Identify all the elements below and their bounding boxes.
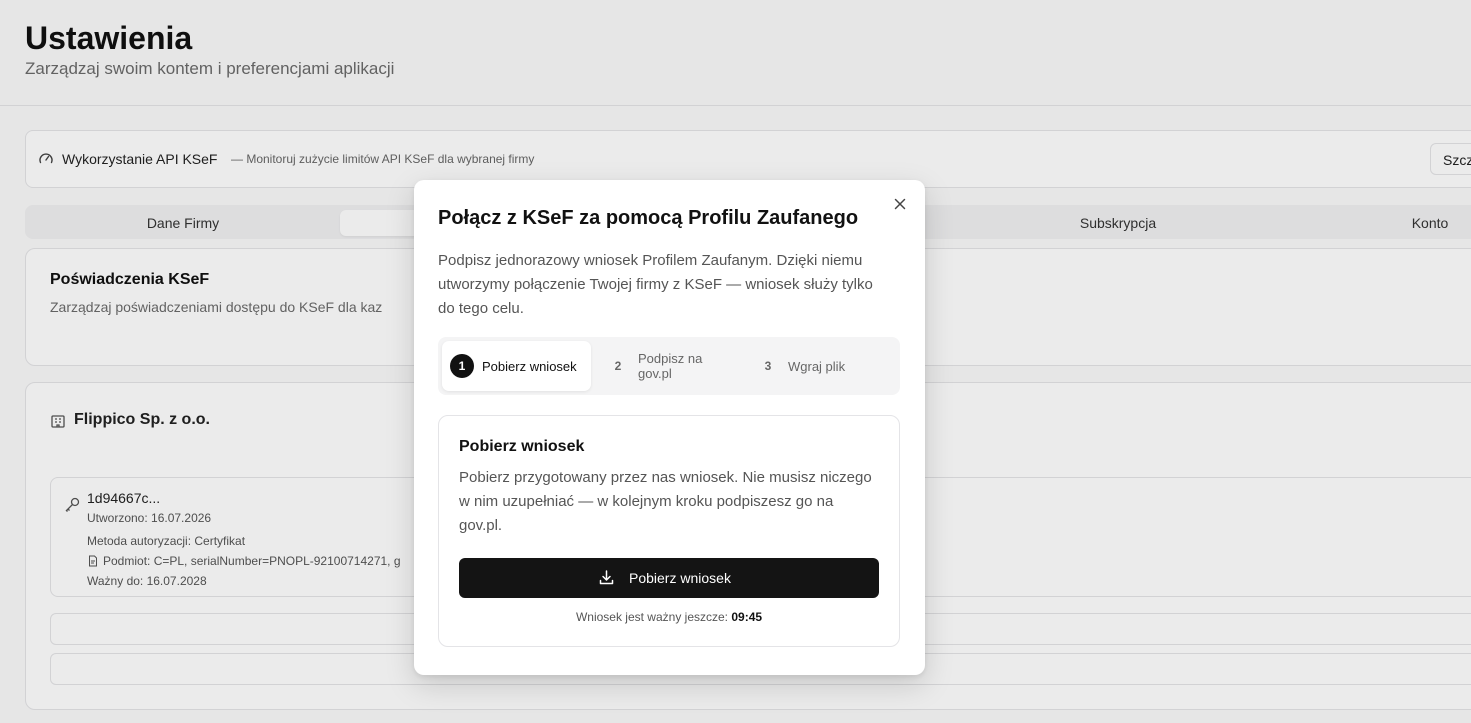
download-button-label: Pobierz wniosek — [629, 570, 731, 586]
close-icon[interactable] — [892, 196, 908, 212]
dialog-title: Połącz z KSeF za pomocą Profilu Zaufaneg… — [438, 207, 859, 229]
step-label-line2: gov.pl — [638, 366, 672, 381]
step-panel-title: Pobierz wniosek — [459, 438, 585, 455]
step-panel-description: Pobierz przygotowany przez nas wniosek. … — [459, 469, 872, 534]
download-icon — [599, 570, 614, 585]
step-download[interactable]: 1 Pobierz wniosek — [442, 341, 591, 391]
step-number: 2 — [614, 359, 622, 373]
download-request-button[interactable]: Pobierz wniosek — [459, 558, 879, 598]
ksef-trusted-profile-dialog: Połącz z KSeF za pomocą Profilu Zaufaneg… — [414, 180, 925, 675]
dialog-description: Podpisz jednorazowy wniosek Profilem Zau… — [438, 252, 873, 317]
step-label: Wgraj plik — [788, 359, 846, 374]
step-panel: Pobierz wniosek Pobierz przygotowany prz… — [438, 415, 900, 647]
step-label-line1: Podpisz na — [638, 351, 703, 366]
validity-text: Wniosek jest ważny jeszcze: 09:45 — [439, 610, 899, 624]
step-upload[interactable]: 3 Wgraj plik — [748, 341, 896, 391]
stepper: 1 Pobierz wniosek 2 Podpisz na gov.pl 3 … — [438, 337, 900, 395]
validity-prefix: Wniosek jest ważny jeszcze: — [575, 610, 732, 624]
step-number: 1 — [450, 354, 474, 378]
validity-timer: 09:45 — [731, 610, 763, 624]
step-label: Pobierz wniosek — [482, 359, 577, 374]
step-sign[interactable]: 2 Podpisz na gov.pl — [598, 341, 738, 391]
step-number: 3 — [764, 359, 772, 373]
